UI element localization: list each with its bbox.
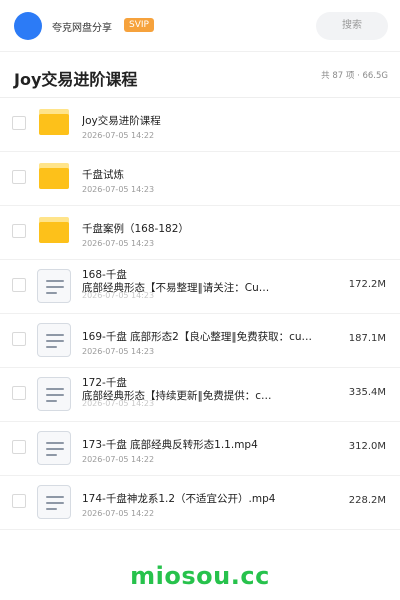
avatar[interactable] <box>14 12 42 40</box>
item-checkbox[interactable] <box>12 386 26 400</box>
item-name: 169-千盘 底部形态2【良心整理‖免费获取：cu… <box>82 331 313 343</box>
item-size: 335.4M <box>348 387 386 398</box>
item-size: 228.2M <box>348 495 386 506</box>
folder-icon <box>39 217 69 243</box>
list-item[interactable]: 173-千盘 底部经典反转形态1.1.mp4 2026-07-05 14:22 … <box>0 422 400 476</box>
list-item[interactable]: Joy交易进阶课程 2026-07-05 14:22 <box>0 98 400 152</box>
item-checkbox[interactable] <box>12 170 26 184</box>
item-checkbox[interactable] <box>12 116 26 130</box>
list-item[interactable]: 千盘试炼 2026-07-05 14:23 <box>0 152 400 206</box>
list-item[interactable]: 174-千盘神龙系1.2（不适宜公开）.mp4 2026-07-05 14:22… <box>0 476 400 530</box>
item-checkbox[interactable] <box>12 278 26 292</box>
document-icon <box>37 377 71 411</box>
item-name: 174-千盘神龙系1.2（不适宜公开）.mp4 <box>82 493 276 505</box>
list-item[interactable]: 172-千盘 底部经典形态【持续更新‖免费提供：c… 2026-07-05 14… <box>0 368 400 422</box>
list-item[interactable]: 千盘案例（168-182） 2026-07-05 14:23 <box>0 206 400 260</box>
item-name-line1: 168-千盘 <box>82 269 127 281</box>
item-date: 2026-07-05 14:22 <box>82 131 155 140</box>
item-date: 2026-07-05 14:23 <box>82 399 155 408</box>
item-checkbox[interactable] <box>12 224 26 238</box>
item-size: 312.0M <box>348 441 386 452</box>
item-checkbox[interactable] <box>12 440 26 454</box>
item-name: 千盘试炼 <box>82 169 124 181</box>
folder-header: Joy交易进阶课程 共 87 项 · 66.5G <box>0 52 400 98</box>
item-name: 173-千盘 底部经典反转形态1.1.mp4 <box>82 439 258 451</box>
list-item[interactable]: 168-千盘 底部经典形态【不易整理‖请关注：Cu… 2026-07-05 14… <box>0 260 400 314</box>
document-icon <box>37 431 71 465</box>
list-item[interactable]: 169-千盘 底部形态2【良心整理‖免费获取：cu… 2026-07-05 14… <box>0 314 400 368</box>
item-checkbox[interactable] <box>12 494 26 508</box>
item-size: 172.2M <box>348 279 386 290</box>
document-icon <box>37 269 71 303</box>
item-size: 187.1M <box>348 333 386 344</box>
document-icon <box>37 485 71 519</box>
folder-icon <box>39 109 69 135</box>
search-button[interactable]: 搜索 <box>316 12 388 40</box>
item-name: Joy交易进阶课程 <box>82 115 161 127</box>
item-checkbox[interactable] <box>12 332 26 346</box>
item-date: 2026-07-05 14:23 <box>82 291 155 300</box>
item-name: 千盘案例（168-182） <box>82 223 189 235</box>
item-date: 2026-07-05 14:23 <box>82 185 155 194</box>
watermark: miosou.cc <box>130 562 270 590</box>
username: 夸克网盘分享 <box>52 23 112 34</box>
item-date: 2026-07-05 14:22 <box>82 455 155 464</box>
folder-icon <box>39 163 69 189</box>
item-date: 2026-07-05 14:23 <box>82 347 155 356</box>
file-list: Joy交易进阶课程 2026-07-05 14:22 千盘试炼 2026-07-… <box>0 98 400 530</box>
document-icon <box>37 323 71 357</box>
item-date: 2026-07-05 14:23 <box>82 239 155 248</box>
folder-summary: 共 87 项 · 66.5G <box>321 71 388 81</box>
page-title: Joy交易进阶课程 <box>14 70 138 89</box>
top-bar: 夸克网盘分享 SVIP 搜索 <box>0 0 400 52</box>
item-name-line1: 172-千盘 <box>82 377 127 389</box>
svip-badge: SVIP <box>124 18 154 32</box>
item-date: 2026-07-05 14:22 <box>82 509 155 518</box>
